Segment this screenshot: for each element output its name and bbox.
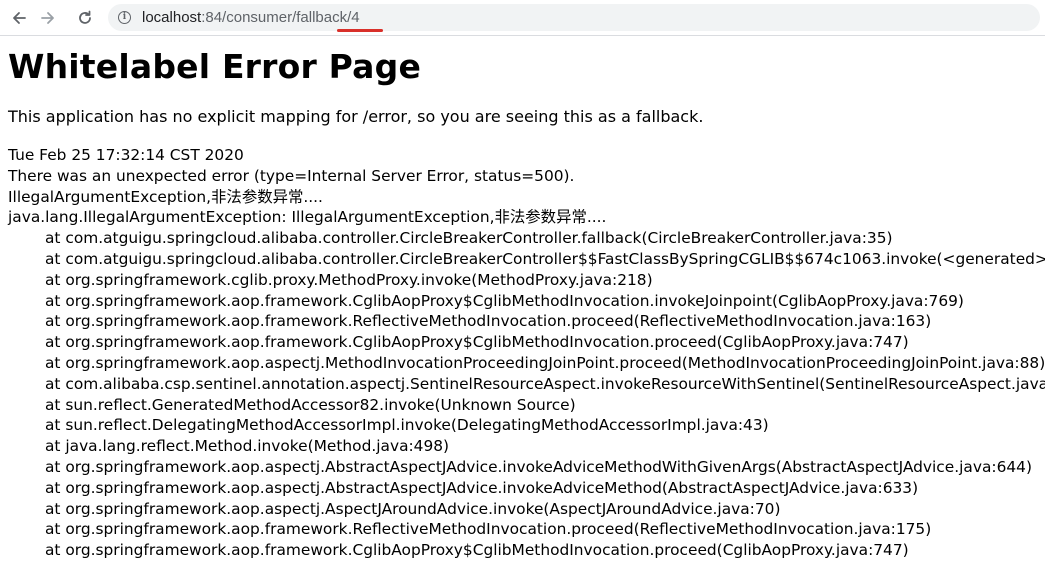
stack-trace: at com.atguigu.springcloud.alibaba.contr…: [8, 228, 1045, 561]
stack-frame: at org.springframework.aop.framework.Ref…: [45, 520, 932, 539]
stack-frame: at org.springframework.aop.aspectj.Aspec…: [45, 499, 781, 518]
stack-frame: at com.alibaba.csp.sentinel.annotation.a…: [45, 374, 1045, 393]
red-underline-annotation: [337, 29, 383, 32]
back-arrow-icon[interactable]: [8, 7, 30, 29]
stack-frame: at org.springframework.aop.aspectj.Abstr…: [45, 478, 919, 497]
url-text[interactable]: localhost:84/consumer/fallback/4: [142, 9, 360, 26]
stack-frame: at sun.reflect.DelegatingMethodAccessorI…: [45, 416, 769, 435]
page-content: Whitelabel Error Page This application h…: [0, 46, 1045, 561]
error-timestamp: Tue Feb 25 17:32:14 CST 2020: [8, 146, 244, 164]
address-bar[interactable]: i localhost:84/consumer/fallback/4: [108, 4, 1040, 31]
url-host: localhost: [142, 9, 202, 26]
error-summary: There was an unexpected error (type=Inte…: [8, 166, 575, 185]
forward-arrow-icon[interactable]: [37, 7, 59, 29]
stack-frame: at org.springframework.cglib.proxy.Metho…: [45, 270, 653, 289]
stack-frame: at java.lang.reflect.Method.invoke(Metho…: [45, 437, 450, 456]
page-description: This application has no explicit mapping…: [8, 107, 704, 126]
stack-frame: at com.atguigu.springcloud.alibaba.contr…: [45, 249, 1045, 268]
browser-toolbar: i localhost:84/consumer/fallback/4: [0, 0, 1045, 36]
error-message: IllegalArgumentException,非法参数异常....: [8, 187, 323, 206]
stack-frame: at org.springframework.aop.framework.Cgl…: [45, 541, 909, 560]
page-title: Whitelabel Error Page: [8, 47, 422, 86]
stack-frame: at com.atguigu.springcloud.alibaba.contr…: [45, 229, 893, 248]
info-icon[interactable]: i: [118, 11, 131, 24]
stack-frame: at org.springframework.aop.aspectj.Abstr…: [45, 457, 1032, 476]
url-path: :84/consumer/fallback/4: [201, 9, 360, 26]
error-details: Tue Feb 25 17:32:14 CST 2020 There was a…: [8, 145, 1045, 561]
exception-line: java.lang.IllegalArgumentException: Ille…: [8, 208, 607, 227]
stack-frame: at org.springframework.aop.framework.Cgl…: [45, 291, 964, 310]
reload-icon[interactable]: [74, 7, 96, 29]
stack-frame: at org.springframework.aop.aspectj.Metho…: [45, 353, 1045, 372]
stack-frame: at sun.reflect.GeneratedMethodAccessor82…: [45, 395, 576, 414]
stack-frame: at org.springframework.aop.framework.Cgl…: [45, 333, 909, 352]
stack-frame: at org.springframework.aop.framework.Ref…: [45, 312, 932, 331]
